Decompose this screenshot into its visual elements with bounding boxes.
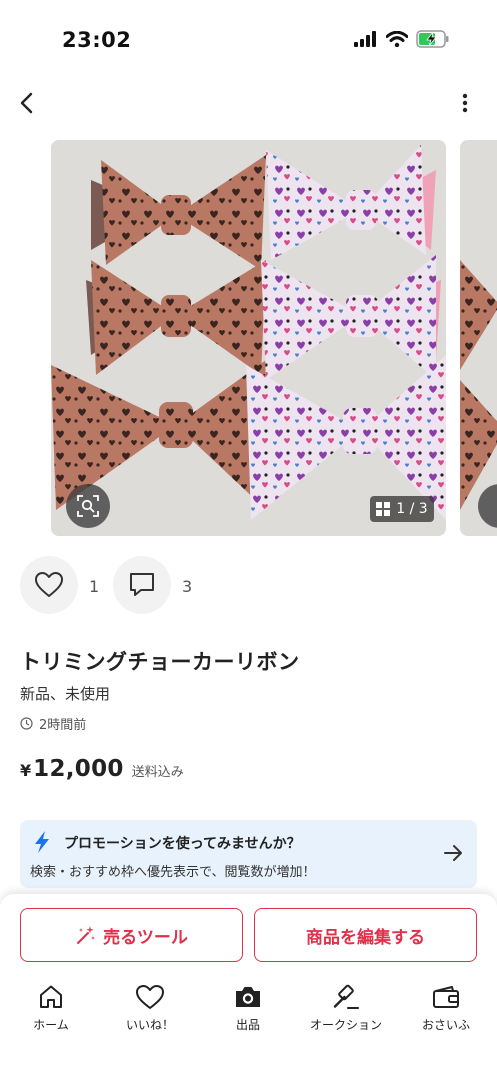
status-bar: 23:02 — [0, 0, 497, 80]
item-condition: 新品、未使用 — [20, 685, 111, 703]
comment-icon — [130, 573, 154, 596]
tab-sell-label: 出品 — [235, 1018, 260, 1032]
price-currency: ¥ — [20, 761, 32, 780]
back-button[interactable] — [12, 88, 42, 118]
posted-time-row: 2時間前 — [20, 714, 86, 733]
price-row: ¥ 12,000 送料込み — [20, 756, 184, 782]
like-button[interactable] — [20, 556, 78, 614]
wallet-icon — [433, 986, 459, 1008]
magic-wand-icon — [77, 926, 96, 944]
signal-icon — [354, 31, 376, 47]
price-value: 12,000 — [33, 756, 124, 782]
item-title: トリミングチョーカーリボン — [20, 650, 300, 674]
tab-likes-label: いいね！ — [125, 1018, 174, 1032]
status-icons — [354, 30, 450, 48]
heart-icon — [35, 572, 63, 597]
tab-wallet[interactable]: おさいふ — [396, 982, 496, 1033]
product-photo[interactable]: 1 / 3 — [51, 140, 446, 536]
tab-likes[interactable]: いいね！ — [100, 982, 200, 1033]
arrow-right-icon — [444, 845, 462, 861]
sell-tool-label: 売るツール — [103, 927, 188, 948]
comment-button[interactable] — [113, 556, 171, 614]
chevron-left-icon — [20, 92, 33, 114]
more-vertical-icon — [462, 93, 468, 113]
tab-auction[interactable]: オークション — [296, 982, 396, 1033]
battery-charging-icon — [416, 30, 449, 48]
tab-home[interactable]: ホーム — [1, 982, 101, 1033]
clock-icon — [20, 717, 33, 730]
tab-home-label: ホーム — [33, 1018, 69, 1032]
edit-item-label: 商品を編集する — [306, 927, 425, 948]
next-photo-preview[interactable] — [460, 140, 497, 536]
edit-item-button[interactable]: 商品を編集する — [254, 908, 477, 962]
image-counter: 1 / 3 — [370, 496, 434, 522]
image-search-button[interactable] — [66, 484, 110, 528]
promotion-banner[interactable]: プロモーションを使ってみませんか？ 検索・おすすめ枠へ優先表示で、閲覧数が増加！ — [20, 820, 477, 888]
more-options-button[interactable] — [450, 88, 480, 118]
tab-bar: ホーム いいね！ 出品 オークション おさいふ — [0, 982, 497, 1042]
posted-time: 2時間前 — [39, 718, 87, 733]
tab-auction-label: オークション — [309, 1018, 382, 1032]
tab-sell[interactable]: 出品 — [198, 982, 298, 1033]
next-photo-image — [460, 140, 497, 536]
bottom-action-area: 売るツール 商品を編集する ホーム いいね！ 出品 オークション おさいふ — [0, 894, 497, 1080]
status-time: 23:02 — [62, 28, 132, 52]
grid-icon — [376, 502, 391, 516]
product-photo-image — [51, 140, 446, 536]
image-counter-text: 1 / 3 — [396, 501, 428, 517]
wifi-icon — [386, 31, 408, 47]
comment-count: 3 — [182, 577, 193, 596]
tab-wallet-label: おさいふ — [421, 1018, 470, 1032]
image-search-icon — [77, 495, 99, 517]
shipping-label: 送料込み — [131, 765, 184, 780]
image-carousel[interactable]: 1 / 3 — [0, 140, 497, 536]
promotion-title: プロモーションを使ってみませんか？ — [64, 836, 301, 852]
home-icon — [40, 985, 62, 1008]
like-count: 1 — [89, 577, 100, 596]
sell-tool-button[interactable]: 売るツール — [20, 908, 243, 962]
lightning-icon — [35, 831, 49, 853]
promotion-description: 検索・おすすめ枠へ優先表示で、閲覧数が増加！ — [30, 865, 316, 880]
heart-icon — [136, 984, 164, 1009]
gavel-icon — [333, 984, 359, 1009]
camera-icon — [236, 987, 260, 1007]
